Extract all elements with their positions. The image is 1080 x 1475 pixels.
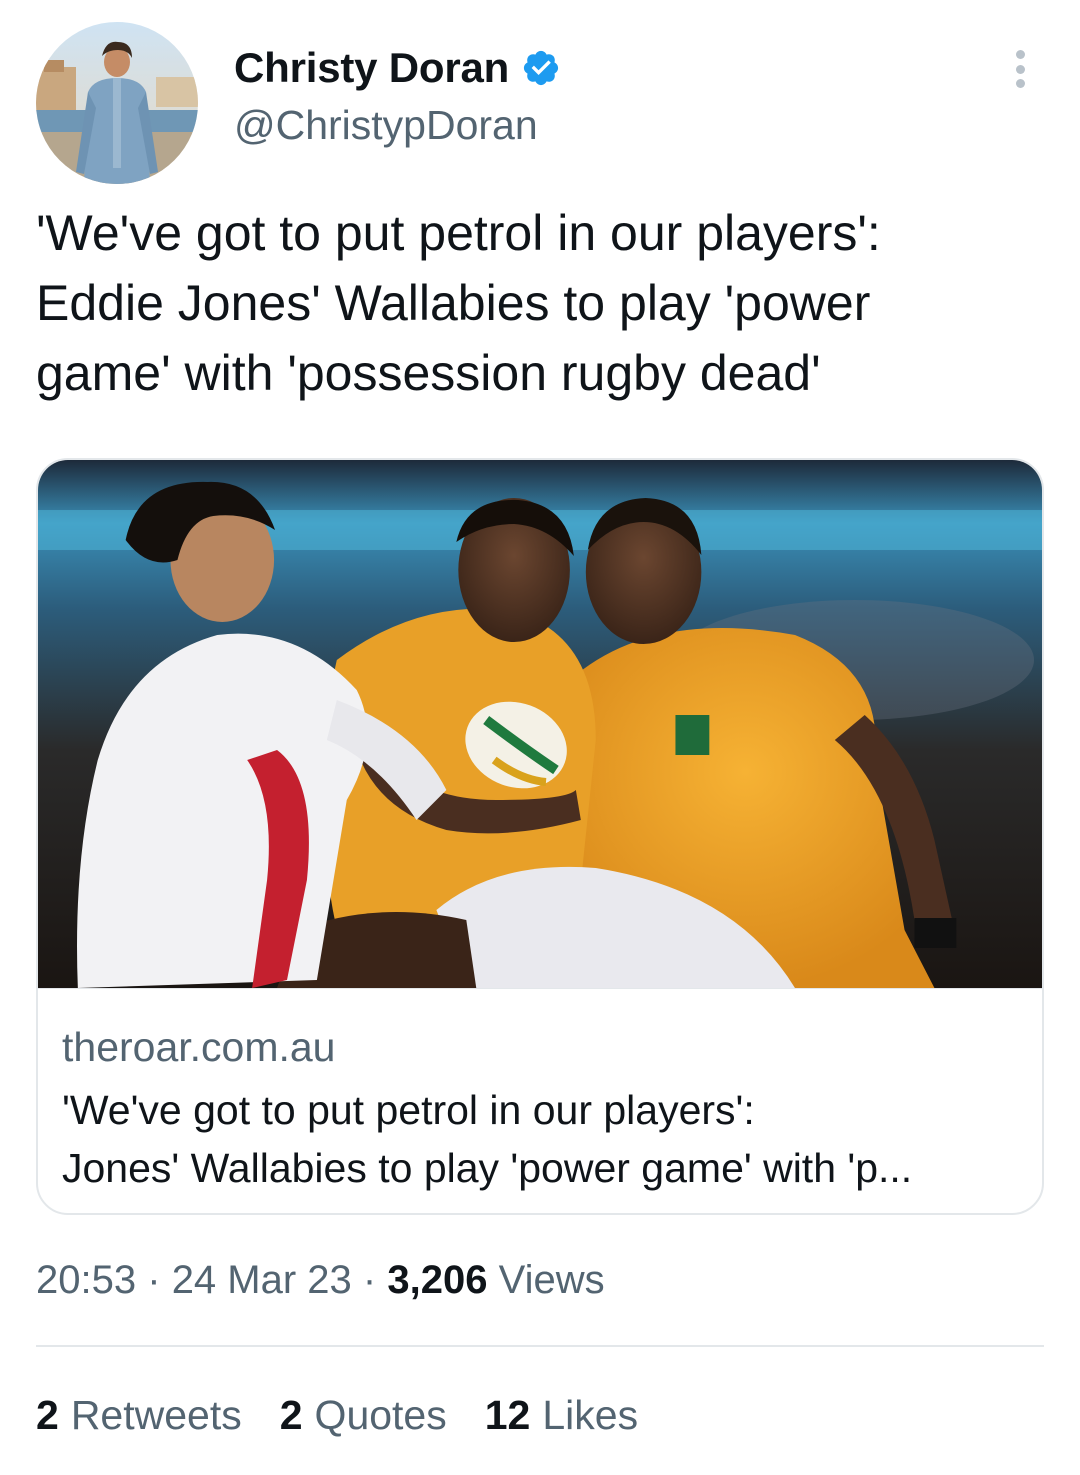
- likes-count: 12: [484, 1392, 531, 1438]
- meta-separator: ·: [147, 1258, 161, 1302]
- views-label: Views: [498, 1258, 605, 1302]
- tweet-text-line: Eddie Jones' Wallabies to play 'power: [36, 275, 871, 331]
- card-image[interactable]: [38, 460, 1042, 988]
- verified-badge-icon: [524, 50, 559, 86]
- quotes-stat[interactable]: 2 Quotes: [280, 1392, 447, 1439]
- retweets-label: Retweets: [70, 1392, 242, 1438]
- author-name-row[interactable]: Christy Doran: [234, 44, 561, 92]
- tweet-date[interactable]: 24 Mar 23: [172, 1258, 352, 1302]
- tweet-meta: 20:53 · 24 Mar 23 · 3,206 Views: [36, 1258, 605, 1303]
- tweet-time[interactable]: 20:53: [36, 1258, 136, 1302]
- tweet-text-line: 'We've got to put petrol in our players'…: [36, 205, 881, 261]
- more-dot: [1015, 64, 1025, 74]
- retweets-count: 2: [36, 1392, 59, 1438]
- tweet-text-line: game' with 'possession rugby dead': [36, 345, 821, 401]
- card-domain[interactable]: theroar.com.au: [62, 1019, 1018, 1075]
- quotes-count: 2: [279, 1392, 303, 1438]
- more-dot: [1015, 79, 1025, 88]
- link-preview-card[interactable]: theroar.com.au 'We've got to put petrol …: [36, 458, 1044, 1215]
- tweet-text: 'We've got to put petrol in our players'…: [36, 198, 1046, 408]
- likes-label: Likes: [542, 1392, 639, 1438]
- avatar-photo: [36, 22, 198, 184]
- retweets-stat[interactable]: 2 Retweets: [36, 1392, 242, 1439]
- card-title-line: Jones' Wallabies to play 'power game' wi…: [62, 1145, 913, 1191]
- quotes-label: Quotes: [314, 1392, 447, 1438]
- likes-stat[interactable]: 12 Likes: [485, 1392, 638, 1439]
- views-count: 3,206: [387, 1258, 488, 1302]
- card-title[interactable]: 'We've got to put petrol in our players'…: [62, 1081, 1018, 1197]
- rugby-photo: [38, 460, 1042, 988]
- tweet-detail: Christy Doran @ChristypDoran 'We've got …: [0, 0, 1080, 1475]
- meta-separator: ·: [362, 1258, 377, 1302]
- more-dot: [1015, 50, 1025, 59]
- more-options-icon[interactable]: [1002, 44, 1038, 94]
- author-display-name[interactable]: Christy Doran: [234, 44, 509, 92]
- card-body[interactable]: theroar.com.au 'We've got to put petrol …: [38, 988, 1042, 1197]
- author-handle[interactable]: @ChristypDoran: [234, 102, 538, 149]
- engagement-stats: 2 Retweets 2 Quotes 12 Likes: [36, 1392, 638, 1439]
- card-title-line: 'We've got to put petrol in our players'…: [62, 1087, 755, 1133]
- author-avatar[interactable]: [36, 22, 198, 184]
- divider: [36, 1345, 1044, 1347]
